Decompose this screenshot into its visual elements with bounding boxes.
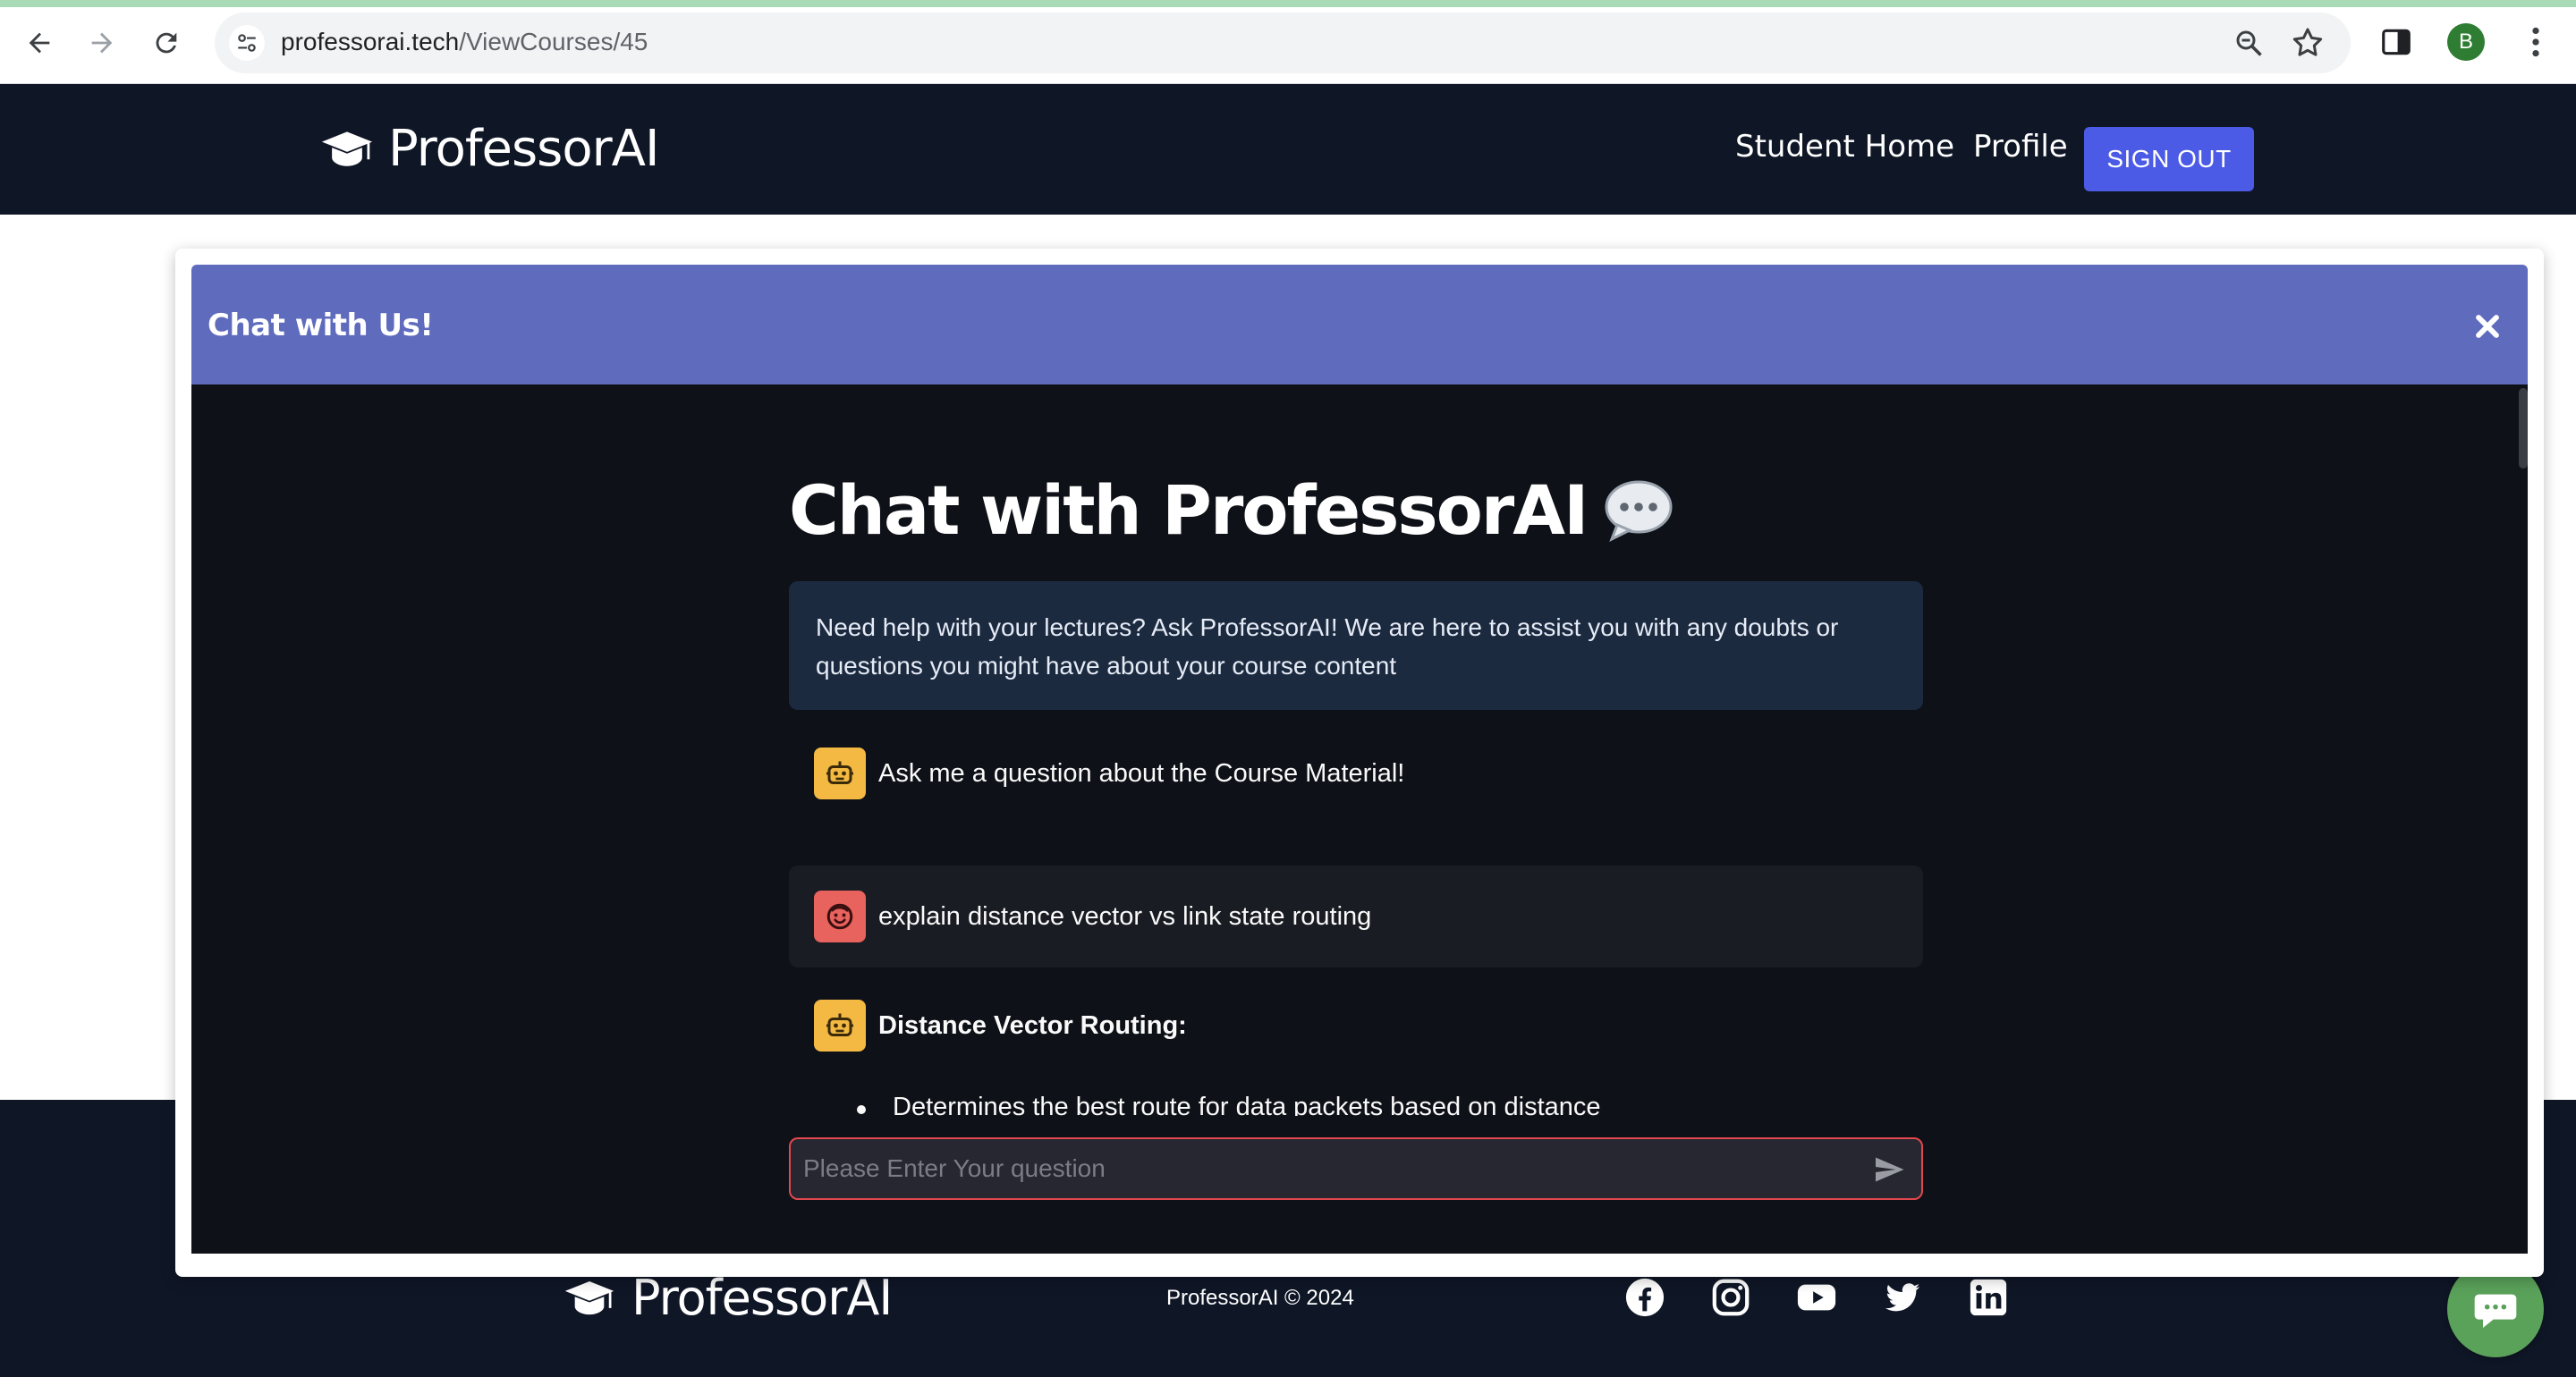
robot-icon xyxy=(826,761,853,784)
speech-bubble-icon xyxy=(1605,480,1673,542)
copyright-text: ProfessorAI © 2024 xyxy=(1166,1286,1354,1310)
menu-dots-icon[interactable] xyxy=(2522,23,2549,61)
message-heading: Distance Vector Routing: xyxy=(878,1010,1187,1040)
robot-icon xyxy=(826,1013,853,1036)
url-host: professorai.tech xyxy=(281,28,460,55)
footer-brand-name: ProfessorAI xyxy=(631,1270,893,1326)
brand-name: ProfessorAI xyxy=(388,120,659,178)
bot-avatar xyxy=(814,748,866,799)
reload-icon xyxy=(156,32,177,54)
bot-avatar xyxy=(814,1000,866,1052)
intro-info-box: Need help with your lectures? Ask Profes… xyxy=(789,581,1923,710)
chat-modal: Chat with Us! Chat with ProfessorAI Need… xyxy=(175,249,2544,1277)
smiley-face-icon xyxy=(826,903,853,930)
back-button[interactable] xyxy=(18,21,61,64)
chat-message-user: explain distance vector vs link state ro… xyxy=(789,866,1923,967)
chat-message-assistant: Ask me a question about the Course Mater… xyxy=(789,748,1923,799)
instagram-icon[interactable] xyxy=(1710,1277,1751,1318)
site-settings-icon[interactable] xyxy=(229,25,265,61)
question-input-box[interactable] xyxy=(789,1137,1923,1200)
send-icon[interactable] xyxy=(1873,1153,1905,1186)
chat-frame: Chat with ProfessorAI Need help with you… xyxy=(191,384,2528,1254)
bookmark-star-icon[interactable] xyxy=(2290,25,2326,61)
twitter-icon[interactable] xyxy=(1882,1277,1923,1318)
arrow-left-icon xyxy=(29,32,50,54)
url-path: /ViewCourses/45 xyxy=(459,28,648,55)
page-load-progress xyxy=(0,0,2576,7)
social-links xyxy=(1624,1277,2009,1318)
message-text: Ask me a question about the Course Mater… xyxy=(878,758,1405,788)
zoom-icon[interactable] xyxy=(2233,27,2265,59)
modal-title: Chat with Us! xyxy=(208,308,434,343)
address-bar[interactable]: professorai.tech/ViewCourses/45 xyxy=(215,13,2351,73)
question-input[interactable] xyxy=(803,1139,1850,1198)
chat-bubble-icon xyxy=(2474,1294,2517,1328)
modal-header: Chat with Us! xyxy=(191,265,2528,384)
brand-logo[interactable]: ProfessorAI xyxy=(320,120,659,178)
site-header: ProfessorAI Student Home Profile SIGN OU… xyxy=(0,84,2576,215)
url-text[interactable]: professorai.tech/ViewCourses/45 xyxy=(281,28,648,56)
footer-brand[interactable]: ProfessorAI xyxy=(564,1270,893,1326)
chat-message-assistant: Distance Vector Routing: xyxy=(789,1000,1923,1052)
nav-student-home[interactable]: Student Home xyxy=(1735,129,1954,165)
side-panel-icon[interactable] xyxy=(2379,25,2413,59)
reload-button[interactable] xyxy=(145,21,188,64)
graduation-cap-icon xyxy=(321,131,373,166)
youtube-icon[interactable] xyxy=(1796,1277,1837,1318)
user-avatar xyxy=(814,891,866,942)
linkedin-icon[interactable] xyxy=(1968,1277,2009,1318)
profile-avatar[interactable]: B xyxy=(2447,23,2485,61)
nav-profile[interactable]: Profile xyxy=(1973,129,2068,165)
arrow-right-icon xyxy=(91,32,113,54)
sign-out-button[interactable]: SIGN OUT xyxy=(2084,127,2254,191)
chat-heading-text: Chat with ProfessorAI xyxy=(789,470,1589,550)
scrollbar-thumb[interactable] xyxy=(2519,388,2528,469)
chat-heading: Chat with ProfessorAI xyxy=(789,470,1674,550)
forward-button[interactable] xyxy=(80,21,123,64)
facebook-icon[interactable] xyxy=(1624,1277,1665,1318)
graduation-cap-icon xyxy=(564,1280,614,1314)
message-text: explain distance vector vs link state ro… xyxy=(878,901,1372,931)
close-icon[interactable] xyxy=(2472,311,2503,342)
browser-toolbar: professorai.tech/ViewCourses/45 B xyxy=(0,0,2576,84)
